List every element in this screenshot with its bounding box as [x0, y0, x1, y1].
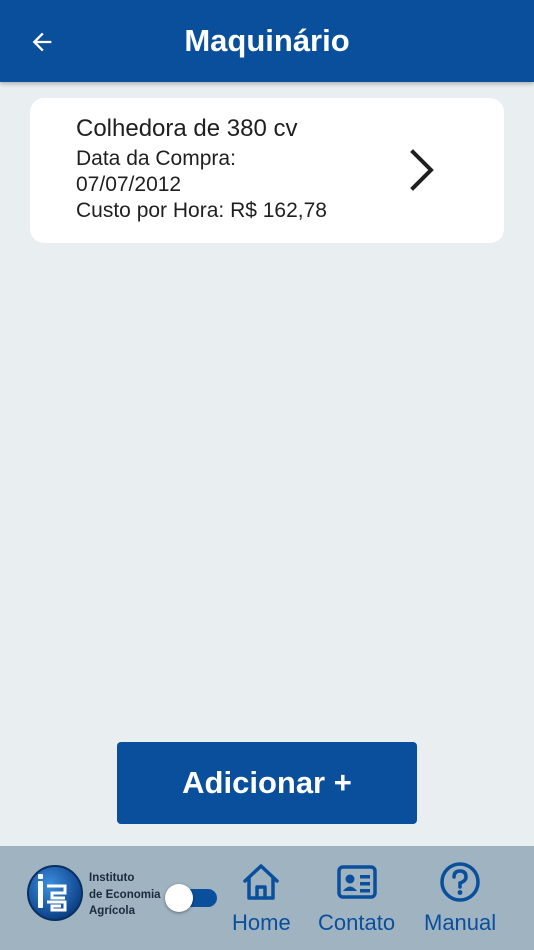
nav-home-label: Home [232, 910, 291, 935]
nav-contact[interactable]: Contato [318, 860, 395, 936]
logo-line-1: Instituto [89, 872, 135, 884]
toggle-switch[interactable] [165, 884, 217, 912]
contact-card-icon [336, 865, 377, 899]
purchase-date-label: Data da Compra: [76, 147, 236, 170]
toggle-knob [165, 884, 193, 912]
purchase-date-value: 07/07/2012 [76, 173, 182, 196]
footer-bar: Instituto de Economia Agrícola Home Cont… [0, 846, 534, 950]
app-header: Maquinário [0, 0, 534, 82]
machine-name: Colhedora de 380 cv [76, 115, 298, 142]
machine-card[interactable]: Colhedora de 380 cv Data da Compra: 07/0… [30, 98, 504, 243]
help-circle-icon [440, 862, 480, 902]
page-title: Maquinário [184, 23, 350, 58]
home-icon [243, 864, 280, 900]
nav-manual[interactable]: Manual [424, 860, 496, 936]
nav-contact-label: Contato [318, 910, 396, 935]
chevron-right-icon [410, 149, 434, 191]
nav-manual-label: Manual [424, 910, 497, 935]
cost-per-hour: Custo por Hora: R$ 162,78 [76, 199, 327, 222]
nav-home[interactable]: Home [232, 860, 291, 936]
add-machine-button[interactable]: Adicionar + [117, 742, 417, 824]
iea-logo [27, 865, 83, 921]
